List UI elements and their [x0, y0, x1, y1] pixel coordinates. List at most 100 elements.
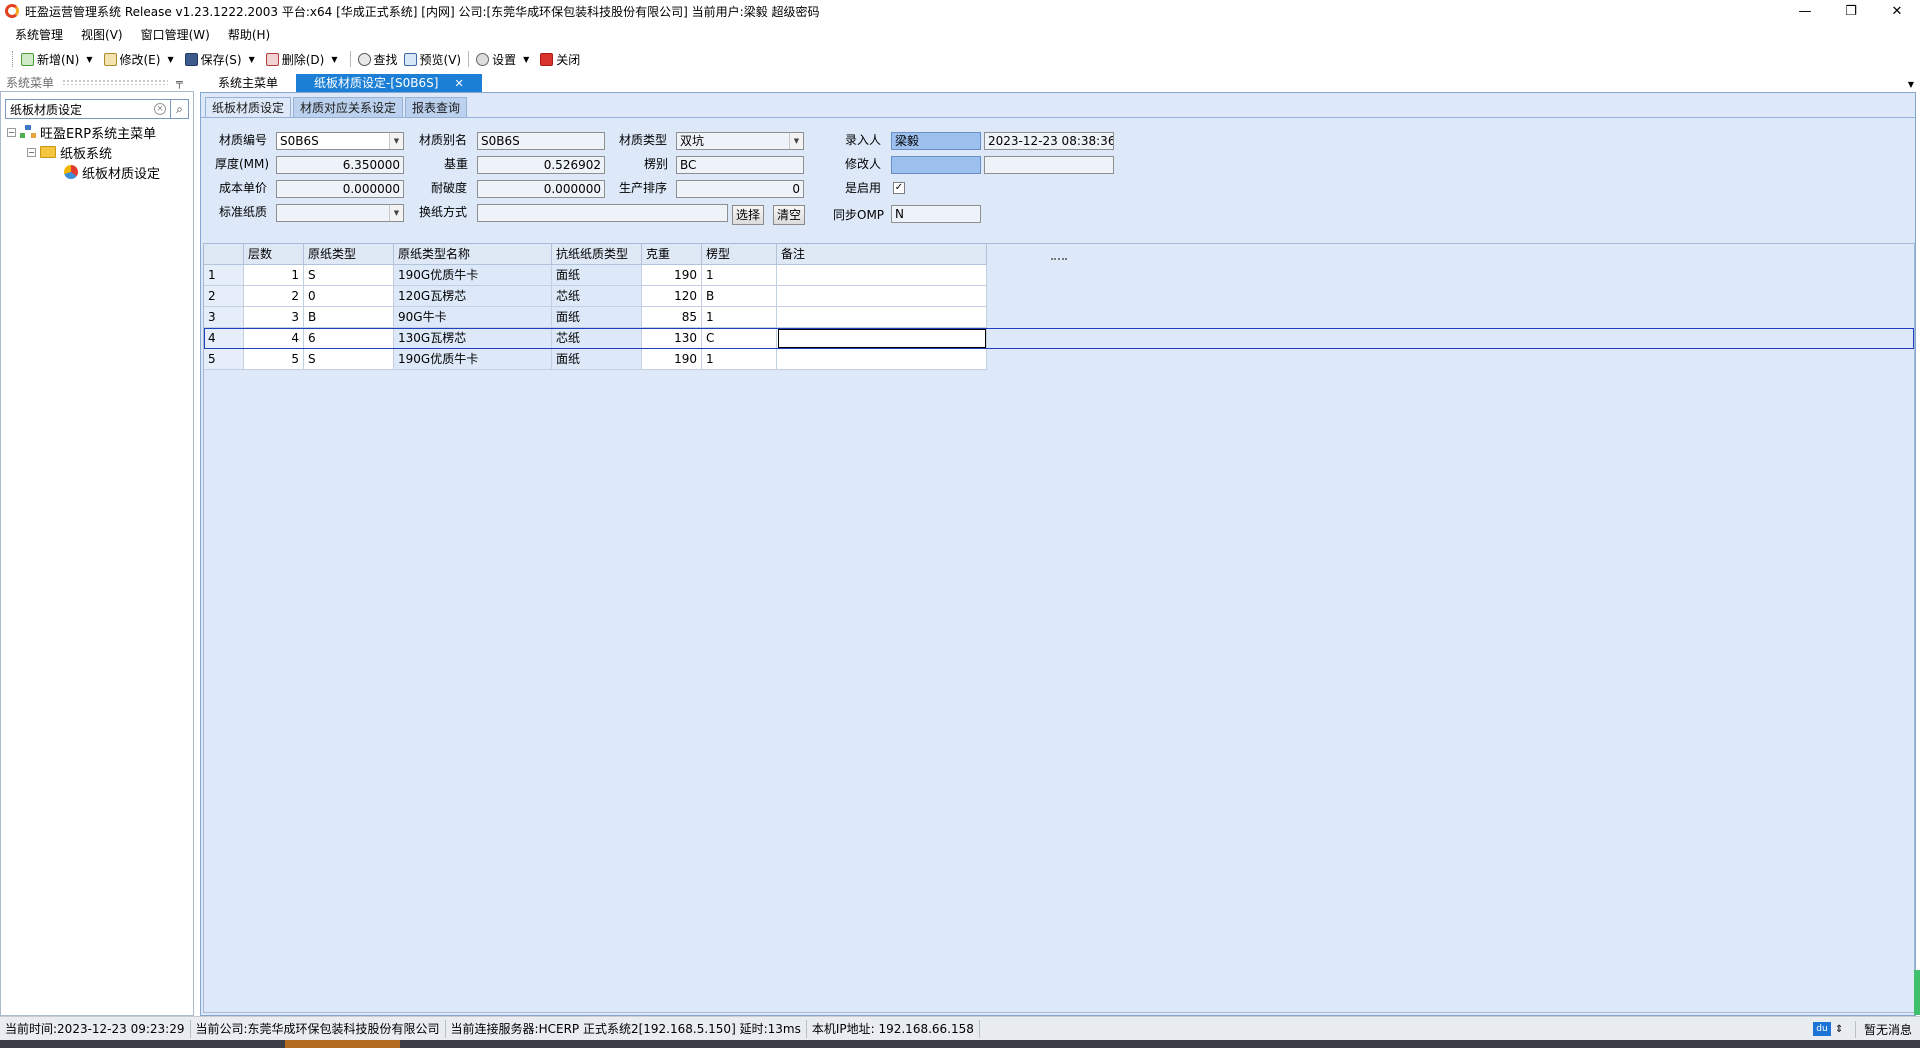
cell-paper-quality-type[interactable]: 芯纸	[552, 286, 642, 307]
basis-weight-field[interactable]: 0.526902	[477, 156, 605, 174]
du-icon[interactable]: du	[1812, 1022, 1831, 1036]
preview-button[interactable]: 预览(V)	[401, 49, 465, 69]
tab-main-menu[interactable]: 系统主菜单	[200, 74, 297, 93]
cell-gram-weight[interactable]: 85	[642, 307, 702, 328]
settings-dropdown-icon[interactable]: ▼	[523, 55, 529, 64]
tab-report-query[interactable]: 报表查询	[405, 97, 468, 117]
table-row[interactable]: 3 3 B 90G牛卡 面纸 85 1	[204, 307, 1914, 328]
table-row[interactable]: 1 1 S 190G优质牛卡 面纸 190 1	[204, 265, 1914, 286]
close-tab-icon[interactable]: ✕	[454, 74, 463, 93]
save-button[interactable]: 保存(S)	[182, 49, 245, 69]
tree-node-root[interactable]: − 旺盈ERP系统主菜单	[7, 122, 160, 142]
header-paper-type[interactable]: 原纸类型	[304, 244, 394, 265]
cell-remark[interactable]	[777, 307, 987, 328]
tree-node-board-system[interactable]: − 纸板系统	[7, 142, 160, 162]
modifier-field[interactable]	[891, 156, 981, 174]
modified-at-field[interactable]	[984, 156, 1114, 174]
table-row-selected[interactable]: 4 4 6 130G瓦楞芯 芯纸 130 C	[204, 328, 1914, 349]
collapse-icon[interactable]: −	[7, 127, 16, 137]
chevron-down-icon[interactable]: ▼	[389, 133, 403, 149]
header-paper-type-name[interactable]: 原纸类型名称	[394, 244, 552, 265]
cell-layers[interactable]: 4	[244, 328, 304, 349]
new-button[interactable]: 新增(N)	[18, 49, 82, 69]
close-window-button[interactable]: ✕	[1874, 0, 1920, 22]
cell-paper-quality-type[interactable]: 芯纸	[552, 328, 642, 349]
tab-material-basic[interactable]: 纸板材质设定	[205, 97, 292, 117]
cell-paper-type[interactable]: B	[304, 307, 394, 328]
cell-paper-type-name[interactable]: 190G优质牛卡	[394, 265, 552, 286]
cell-remark[interactable]	[777, 286, 987, 307]
cell-paper-type[interactable]: 6	[304, 328, 394, 349]
settings-button[interactable]: 设置	[473, 49, 519, 69]
menu-window[interactable]: 窗口管理(W)	[132, 24, 219, 46]
edit-dropdown-icon[interactable]: ▼	[167, 55, 173, 64]
unit-cost-field[interactable]: 0.000000	[276, 180, 404, 198]
tab-material-mapping[interactable]: 材质对应关系设定	[293, 97, 404, 117]
cell-flute-type[interactable]: 1	[702, 307, 777, 328]
menu-system[interactable]: 系统管理	[6, 24, 72, 46]
row-number[interactable]: 4	[204, 328, 244, 349]
minimize-button[interactable]: —	[1782, 0, 1828, 22]
menu-search-input[interactable]: 纸板材质设定	[6, 101, 154, 118]
delete-button[interactable]: 删除(D)	[263, 49, 328, 69]
select-button[interactable]: 选择	[732, 205, 764, 225]
cell-layers[interactable]: 2	[244, 286, 304, 307]
cell-layers[interactable]: 5	[244, 349, 304, 370]
save-dropdown-icon[interactable]: ▼	[249, 55, 255, 64]
cell-paper-type-name[interactable]: 90G牛卡	[394, 307, 552, 328]
header-rownum[interactable]	[204, 244, 244, 265]
cell-layers[interactable]: 3	[244, 307, 304, 328]
toolbar-grip[interactable]	[12, 51, 15, 67]
tab-material-setting[interactable]: 纸板材质设定-[S0B6S] ✕	[296, 74, 482, 93]
enabled-checkbox[interactable]: ✓	[893, 182, 905, 194]
cell-remark[interactable]	[777, 265, 987, 286]
std-paper-select[interactable]: ▼	[276, 204, 404, 222]
cell-paper-type-name[interactable]: 130G瓦楞芯	[394, 328, 552, 349]
search-icon[interactable]: ⌕	[170, 100, 188, 118]
sort-field[interactable]: 0	[676, 180, 804, 198]
cell-flute-type[interactable]: B	[702, 286, 777, 307]
header-remark[interactable]: 备注	[777, 244, 987, 265]
cell-flute-type[interactable]: C	[702, 328, 777, 349]
close-button[interactable]: 关闭	[537, 49, 583, 69]
clear-search-icon[interactable]: ×	[154, 103, 166, 115]
header-flute-type[interactable]: 楞型	[702, 244, 777, 265]
new-dropdown-icon[interactable]: ▼	[86, 55, 92, 64]
flute-field[interactable]: BC	[676, 156, 804, 174]
cell-flute-type[interactable]: 1	[702, 265, 777, 286]
cell-paper-quality-type[interactable]: 面纸	[552, 307, 642, 328]
header-layers[interactable]: 层数	[244, 244, 304, 265]
row-number[interactable]: 5	[204, 349, 244, 370]
creator-field[interactable]: 梁毅	[891, 132, 981, 150]
swap-method-field[interactable]	[477, 204, 728, 222]
cell-remark-active[interactable]	[777, 328, 987, 349]
tree-node-material-setting[interactable]: 纸板材质设定	[7, 162, 160, 182]
tabs-dropdown-icon[interactable]: ▼	[1908, 80, 1914, 89]
cell-paper-quality-type[interactable]: 面纸	[552, 265, 642, 286]
cell-gram-weight[interactable]: 130	[642, 328, 702, 349]
chevron-down-icon[interactable]: ▼	[789, 133, 803, 149]
cell-paper-type-name[interactable]: 120G瓦楞芯	[394, 286, 552, 307]
menu-help[interactable]: 帮助(H)	[219, 24, 279, 46]
cell-remark[interactable]	[777, 349, 987, 370]
cell-paper-type-name[interactable]: 190G优质牛卡	[394, 349, 552, 370]
menu-view[interactable]: 视图(V)	[72, 24, 132, 46]
thickness-field[interactable]: 6.350000	[276, 156, 404, 174]
table-row[interactable]: 2 2 0 120G瓦楞芯 芯纸 120 B	[204, 286, 1914, 307]
sync-omp-field[interactable]: N	[891, 205, 981, 223]
cell-paper-quality-type[interactable]: 面纸	[552, 349, 642, 370]
cell-gram-weight[interactable]: 120	[642, 286, 702, 307]
created-at-field[interactable]: 2023-12-23 08:38:36	[984, 132, 1114, 150]
type-select[interactable]: 双坑 ▼	[676, 132, 804, 150]
cell-paper-type[interactable]: S	[304, 265, 394, 286]
restore-button[interactable]: ❐	[1828, 0, 1874, 22]
chevron-down-icon[interactable]: ▼	[389, 205, 403, 221]
pin-icon[interactable]: ╤	[176, 76, 186, 89]
header-gram-weight[interactable]: 克重	[642, 244, 702, 265]
updown-arrow-icon[interactable]: ⇕	[1835, 1024, 1845, 1035]
collapse-icon[interactable]: −	[27, 147, 36, 157]
edit-button[interactable]: 修改(E)	[101, 49, 164, 69]
delete-dropdown-icon[interactable]: ▼	[331, 55, 337, 64]
message-status[interactable]: 暂无消息	[1854, 1020, 1920, 1038]
find-button[interactable]: 查找	[355, 49, 401, 69]
